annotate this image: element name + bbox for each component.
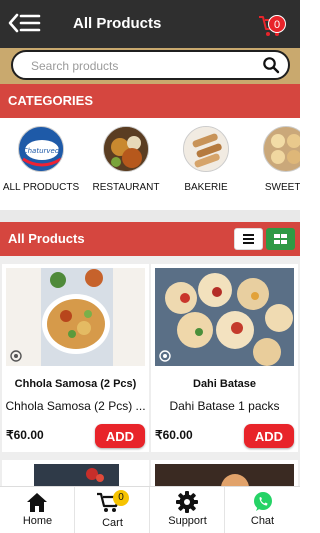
dahi-batase-image <box>155 268 294 366</box>
category-label: RESTAURANT <box>92 182 160 193</box>
all-products-title: All Products <box>8 231 85 246</box>
product-image <box>155 268 294 366</box>
sweets-food-icon <box>264 127 300 171</box>
search-band <box>0 48 300 84</box>
samosa-dish-image <box>6 268 145 366</box>
nav-chat-label: Chat <box>250 515 275 527</box>
product-name: Dahi Batase <box>193 378 256 390</box>
whatsapp-icon <box>253 492 272 511</box>
grid-view-button[interactable] <box>266 228 295 250</box>
top-app-bar: All Products 0 <box>0 0 300 48</box>
product-description: Dahi Batase 1 packs <box>169 399 280 413</box>
nav-home[interactable]: Home <box>0 487 75 533</box>
categories-title: CATEGORIES <box>8 93 93 108</box>
nav-cart[interactable]: 0 Cart <box>75 487 150 533</box>
page-title: All Products <box>73 15 162 32</box>
header-cart-button[interactable]: 0 <box>258 12 290 38</box>
category-label: SWEETS <box>264 182 300 193</box>
all-products-thumbnail: Chaturvedi <box>18 126 64 172</box>
nav-chat[interactable]: Chat <box>225 487 300 533</box>
category-restaurant[interactable]: RESTAURANT <box>86 126 166 193</box>
category-label: BAKERIE <box>184 182 228 193</box>
categories-strip: Chaturvedi ALL PRODUCTS RESTAURANT BAKER… <box>0 118 300 210</box>
back-menu-icon <box>8 13 41 33</box>
bottom-navigation: Home 0 Cart Support Chat <box>0 486 300 533</box>
logo-text: Chaturvedi <box>23 147 62 155</box>
product-image <box>34 464 119 486</box>
search-icon[interactable] <box>262 56 280 74</box>
product-description: Chhola Samosa (2 Pcs) ... <box>5 399 146 413</box>
nav-home-label: Home <box>22 515 53 527</box>
nav-support-label: Support <box>168 515 207 527</box>
product-grid: Chhola Samosa (2 Pcs) Chhola Samosa (2 P… <box>0 256 300 486</box>
product-card[interactable] <box>2 460 149 486</box>
section-divider <box>0 210 300 222</box>
chaturvedi-logo-icon: Chaturvedi <box>20 128 63 171</box>
list-view-button[interactable] <box>234 228 263 250</box>
nav-cart-label: Cart <box>102 517 123 529</box>
back-menu-button[interactable] <box>8 12 42 34</box>
category-bakerie[interactable]: BAKERIE <box>166 126 246 193</box>
restaurant-thumbnail <box>103 126 149 172</box>
product-card[interactable]: Chhola Samosa (2 Pcs) Chhola Samosa (2 P… <box>2 264 149 452</box>
list-icon <box>243 234 254 244</box>
search-box <box>11 50 290 80</box>
product-partial-image <box>34 464 119 486</box>
product-price: ₹60.00 <box>6 428 44 442</box>
add-to-cart-button[interactable]: ADD <box>244 424 294 448</box>
category-sweets[interactable]: SWEETS <box>246 126 300 193</box>
sweets-thumbnail <box>263 126 300 172</box>
restaurant-food-icon <box>104 127 148 171</box>
categories-header: CATEGORIES <box>0 84 300 118</box>
product-card[interactable]: Dahi Batase Dahi Batase 1 packs ₹60.00 A… <box>151 264 298 452</box>
product-image <box>6 268 145 366</box>
product-image <box>155 464 294 486</box>
home-icon <box>27 493 47 512</box>
all-products-header: All Products <box>0 222 300 256</box>
category-label: ALL PRODUCTS <box>2 182 80 193</box>
zoom-icon[interactable] <box>10 350 22 362</box>
bakery-food-icon <box>184 127 228 171</box>
product-name: Chhola Samosa (2 Pcs) <box>14 378 137 390</box>
nav-cart-badge: 0 <box>113 490 129 506</box>
zoom-icon[interactable] <box>159 350 171 362</box>
bakerie-thumbnail <box>183 126 229 172</box>
grid-icon <box>274 234 287 244</box>
product-partial-image <box>155 464 294 486</box>
product-card[interactable] <box>151 460 298 486</box>
add-to-cart-button[interactable]: ADD <box>95 424 145 448</box>
category-all-products[interactable]: Chaturvedi ALL PRODUCTS <box>1 126 81 193</box>
gear-icon <box>176 491 198 513</box>
header-cart-badge: 0 <box>268 15 286 33</box>
search-input[interactable] <box>31 57 251 75</box>
product-price: ₹60.00 <box>155 428 193 442</box>
nav-support[interactable]: Support <box>150 487 225 533</box>
